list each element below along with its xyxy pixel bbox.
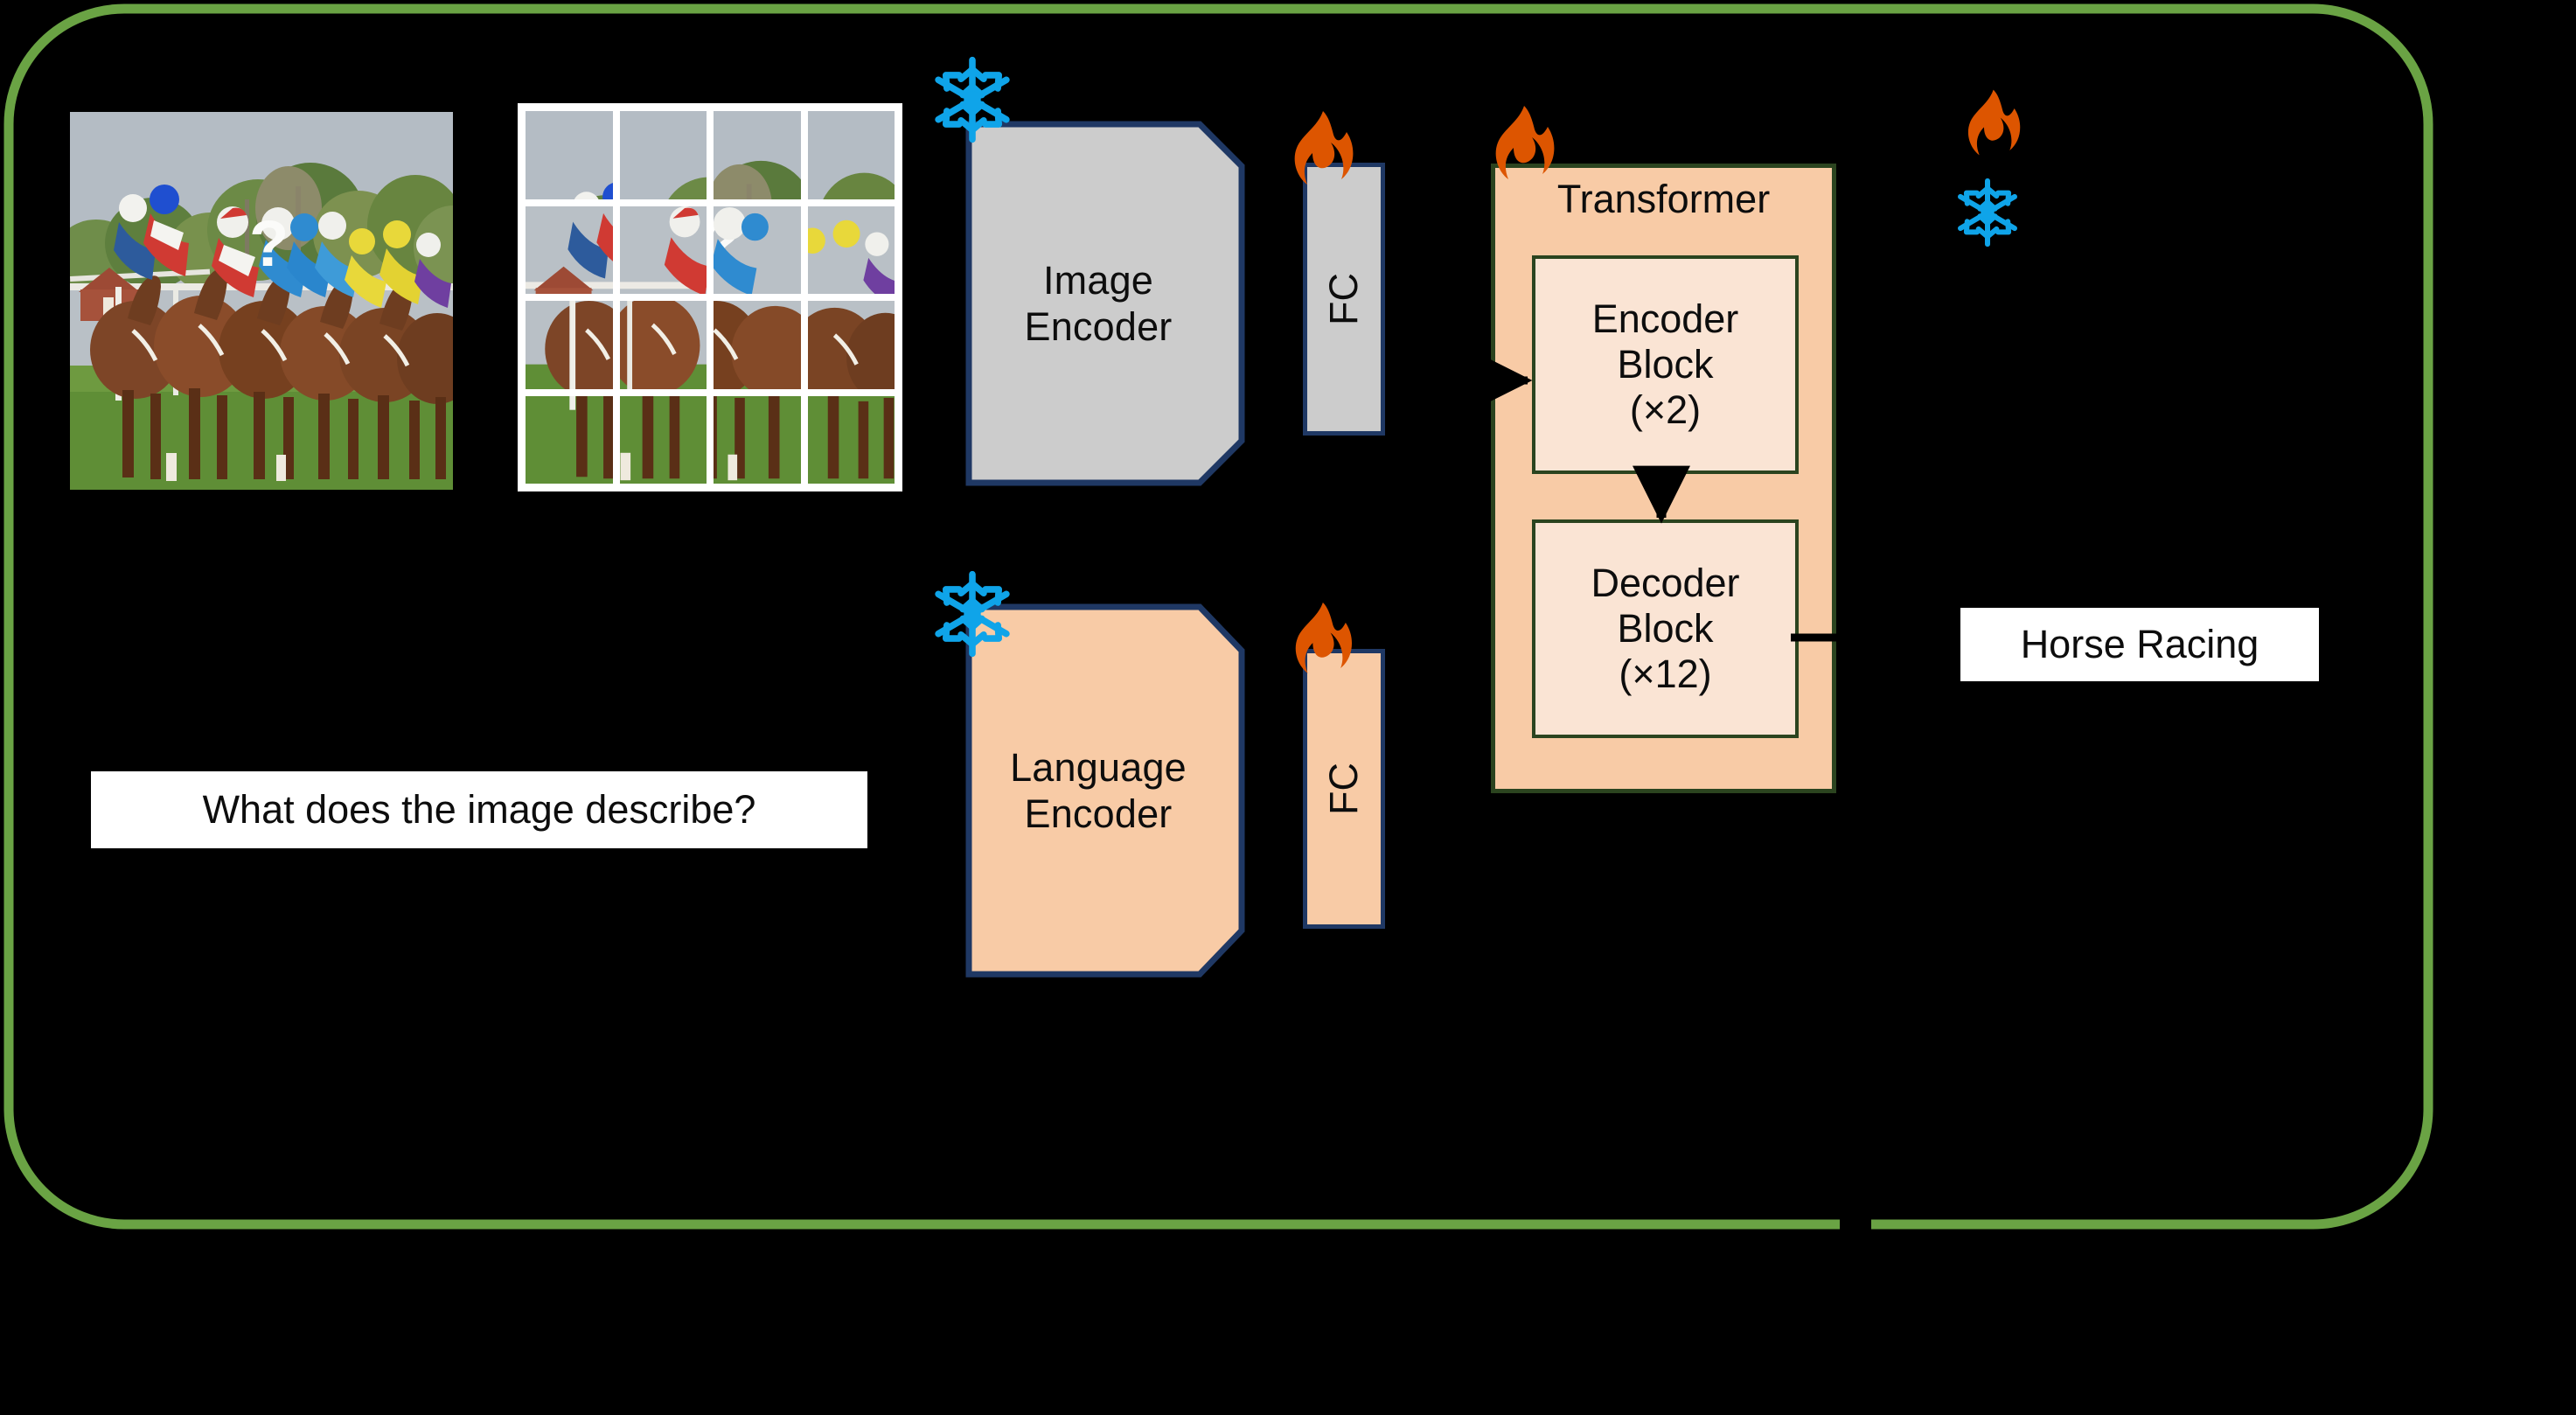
- language-fc-label: FC: [1321, 763, 1366, 815]
- patch-cell: ?: [714, 206, 801, 294]
- image-fc-label: FC: [1321, 273, 1366, 325]
- question-text: What does the image describe?: [202, 787, 756, 832]
- snowflake-icon: [935, 570, 1010, 658]
- patch-cell: [714, 395, 801, 484]
- flame-icon: [1967, 89, 2021, 156]
- input-image: ?: [70, 112, 453, 490]
- patch-cell: [526, 301, 613, 389]
- horse-racing-photo-art: ?: [70, 112, 453, 490]
- image-patch-grid: ?: [518, 103, 902, 491]
- diagram-canvas: ? ?: [0, 0, 2576, 1415]
- question-textbox: What does the image describe?: [91, 771, 867, 848]
- decoder-block-line1: Decoder: [1591, 560, 1740, 605]
- patch-cell: [807, 395, 895, 484]
- patch-cell: [714, 301, 801, 389]
- flame-icon: [1495, 106, 1555, 179]
- language-fc-block[interactable]: FC: [1303, 649, 1385, 929]
- patch-cell: [714, 111, 801, 199]
- svg-text:?: ?: [249, 207, 289, 280]
- patch-cell: [526, 111, 613, 199]
- image-encoder-line2: Encoder: [1024, 304, 1173, 349]
- patch-cell: [807, 111, 895, 199]
- transformer-block[interactable]: Transformer Encoder Block (×2) Decoder B…: [1491, 164, 1836, 793]
- image-encoder-label: Image Encoder: [965, 121, 1245, 486]
- patch-cell: [807, 301, 895, 389]
- patch-cell: [526, 206, 613, 294]
- patch-cell: [526, 395, 613, 484]
- patch-cell: [619, 301, 707, 389]
- answer-textbox: Horse Racing: [1960, 608, 2319, 681]
- language-encoder-line1: Language: [1010, 744, 1187, 790]
- decoder-block-repeat: (×12): [1619, 652, 1712, 697]
- snowflake-icon: [935, 56, 1010, 143]
- encoder-block-line2: Block: [1617, 341, 1714, 387]
- decoder-block-line2: Block: [1617, 605, 1714, 651]
- flame-icon: [1294, 111, 1354, 185]
- patch-cell: [619, 206, 707, 294]
- image-encoder-line1: Image: [1042, 257, 1154, 303]
- language-encoder-line2: Encoder: [1024, 791, 1173, 836]
- encoder-block[interactable]: Encoder Block (×2): [1532, 255, 1799, 474]
- patch-cell: [619, 395, 707, 484]
- patch-cell: [619, 111, 707, 199]
- flame-icon: [1295, 602, 1353, 673]
- snowflake-icon: [1958, 178, 2017, 247]
- decoder-block[interactable]: Decoder Block (×12): [1532, 519, 1799, 738]
- image-encoder-block[interactable]: Image Encoder: [965, 121, 1245, 486]
- encoder-block-repeat: (×2): [1629, 387, 1702, 433]
- answer-text: Horse Racing: [2020, 622, 2259, 666]
- encoder-block-line1: Encoder: [1591, 296, 1739, 341]
- patch-cell: [807, 206, 895, 294]
- image-fc-block[interactable]: FC: [1303, 163, 1385, 436]
